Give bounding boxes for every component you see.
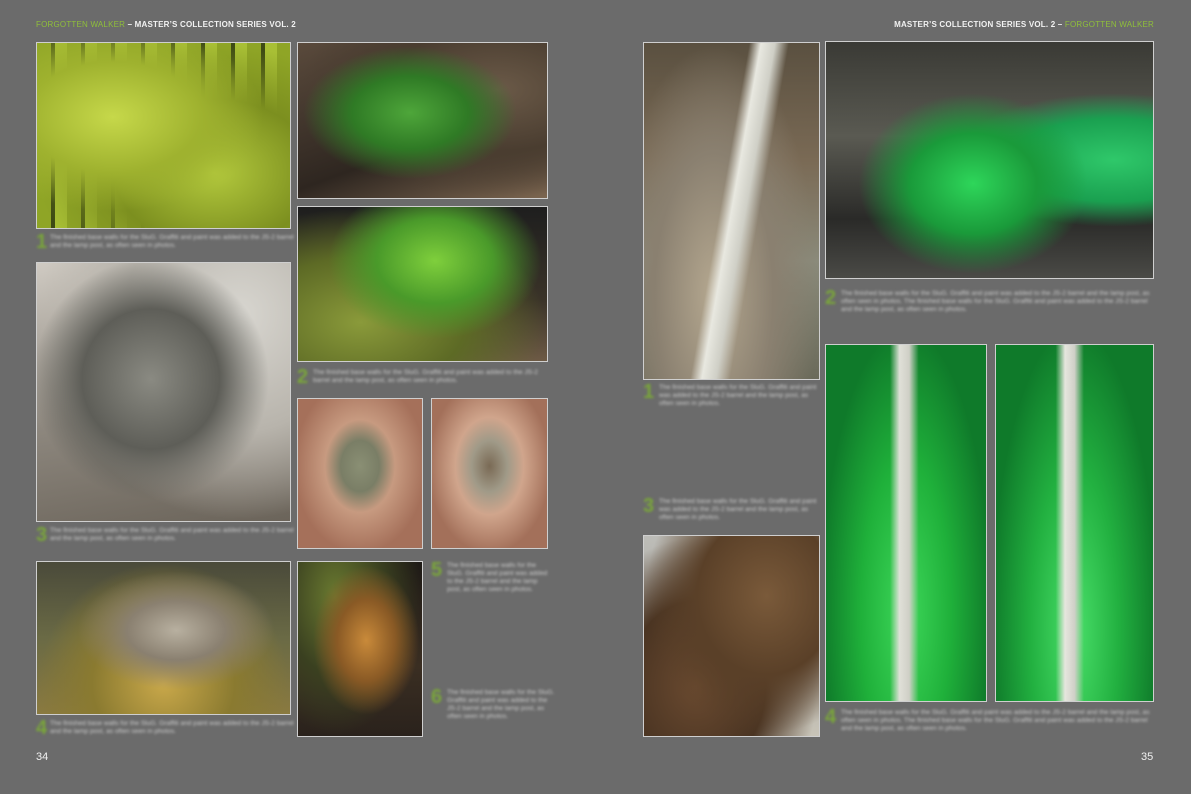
photo-walker-moss [36,561,291,715]
photo-waterfall-pebbles [643,42,820,380]
caption-1-left: 1 The finished base walls for the SluG. … [36,231,294,253]
photo-waterfall-green-2 [995,344,1154,702]
right-page: MASTER’S COLLECTION SERIES VOL. 2 – FORG… [596,0,1191,794]
caption-4-right: 4 The finished base walls for the SluG. … [825,706,1150,732]
caption-3-right: 3 The finished base walls for the SluG. … [643,495,817,521]
photo-moss-log [297,206,548,362]
photo-ewok-painted [431,398,548,549]
header-series-title: – MASTER’S COLLECTION SERIES VOL. 2 [125,20,296,29]
photo-waterfall-green-1 [825,344,987,702]
caption-6-left: 6 The finished base walls for the SluG. … [431,686,555,720]
photo-walker-leg [36,262,291,522]
running-header-right: MASTER’S COLLECTION SERIES VOL. 2 – FORG… [894,20,1154,29]
photo-backdrop-panel [643,535,820,737]
header-series-accent: FORGOTTEN WALKER [1064,20,1154,29]
photo-moss-sheet [36,42,291,229]
caption-2-left: 2 The finished base walls for the SluG. … [297,366,538,388]
left-page: FORGOTTEN WALKER – MASTER’S COLLECTION S… [0,0,595,794]
photo-diorama-clamped [825,41,1154,279]
running-header-left: FORGOTTEN WALKER – MASTER’S COLLECTION S… [36,20,296,29]
photo-fern-log [297,42,548,199]
photo-skeleton [297,561,423,737]
caption-5-left: 5 The finished base walls for the SluG. … [431,559,548,593]
photo-ewok-unpainted [297,398,423,549]
caption-2-right: 2 The finished base walls for the SluG. … [825,287,1150,313]
caption-4-left: 4 The finished base walls for the SluG. … [36,717,294,739]
header-series-accent: FORGOTTEN WALKER [36,20,126,29]
page-number-left: 34 [36,751,49,763]
caption-1-right: 1 The finished base walls for the SluG. … [643,381,817,407]
header-series-title: MASTER’S COLLECTION SERIES VOL. 2 – [894,20,1065,29]
caption-3-left: 3 The finished base walls for the SluG. … [36,524,294,546]
page-number-right: 35 [1141,751,1154,763]
